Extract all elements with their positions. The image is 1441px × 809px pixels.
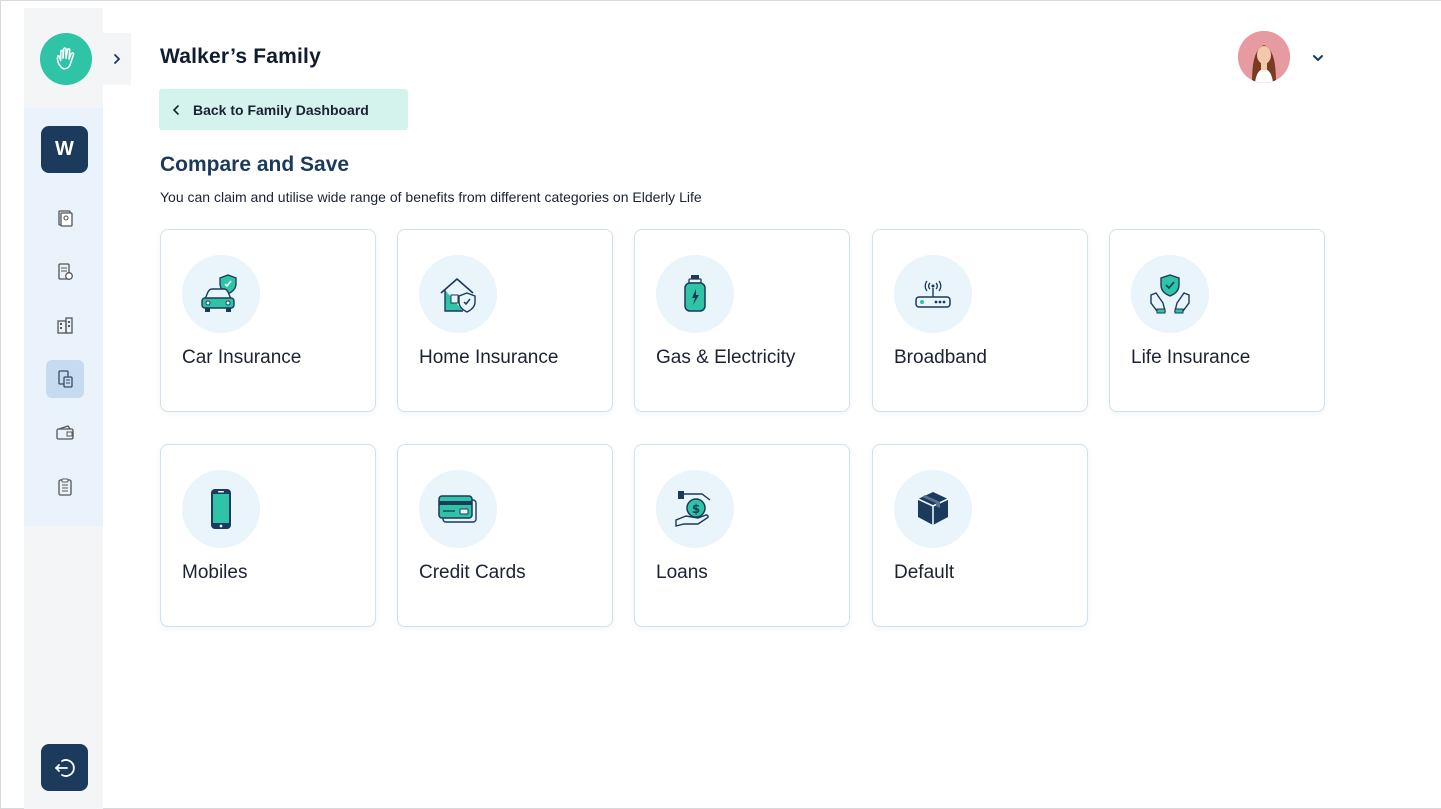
category-label: Home Insurance [419,347,559,368]
back-to-dashboard-button[interactable]: Back to Family Dashboard [159,89,408,130]
wallet-card-icon [56,425,74,440]
category-card-broadband[interactable]: Broadband [872,229,1088,412]
mobile-phone-icon [211,489,231,529]
sidebar-expand-button[interactable] [103,33,131,85]
sidebar-item-finance[interactable] [46,414,84,452]
policy-document-icon [58,263,73,280]
category-label: Broadband [894,347,987,368]
icon-circle [182,470,260,548]
back-button-label: Back to Family Dashboard [193,101,369,118]
box-icon [917,492,949,525]
gas-cylinder-icon [684,275,706,312]
document-stack-icon [58,210,73,227]
category-label: Mobiles [182,562,248,583]
home-shield-icon [440,278,476,313]
category-card-home-insurance[interactable]: Home Insurance [397,229,613,412]
sidebar-item-compare[interactable] [46,360,84,398]
category-label: Credit Cards [419,562,526,583]
money-hand-icon: $ [675,491,711,527]
sidebar-item-documents[interactable] [46,199,84,237]
sidebar-item-checklist[interactable] [46,468,84,506]
sidebar-item-policies[interactable] [46,253,84,291]
category-card-gas-electricity[interactable]: Gas & Electricity [634,229,850,412]
icon-circle [1131,255,1209,333]
category-label: Default [894,562,955,583]
icon-circle [182,255,260,333]
icon-circle [419,255,497,333]
logout-button[interactable] [41,744,88,791]
compare-calculator-icon [58,370,73,388]
app-logo[interactable] [40,33,92,85]
sidebar-item-property[interactable] [46,307,84,345]
icon-circle [894,470,972,548]
icon-circle: $ [656,470,734,548]
workspace-badge[interactable]: W [41,126,88,173]
icon-circle [894,255,972,333]
section-description: You can claim and utilise wide range of … [160,189,702,205]
category-label: Loans [656,562,708,583]
user-avatar[interactable] [1238,31,1290,83]
section-title: Compare and Save [160,153,350,176]
hands-shield-icon [1150,274,1190,314]
chevron-left-icon [172,104,179,115]
page-title: Walker’s Family [160,45,321,68]
category-card-life-insurance[interactable]: Life Insurance [1109,229,1325,412]
credit-card-icon [438,495,477,523]
building-icon [57,317,73,334]
router-icon [915,280,951,308]
clipboard-checklist-icon [58,478,72,496]
category-card-car-insurance[interactable]: Car Insurance [160,229,376,412]
hand-logo-icon [56,47,75,70]
category-label: Life Insurance [1131,347,1251,368]
category-label: Car Insurance [182,347,302,368]
logout-icon [54,758,75,777]
category-card-mobiles[interactable]: Mobiles [160,444,376,627]
category-label: Gas & Electricity [656,347,796,368]
chevron-down-icon[interactable] [1310,50,1326,66]
category-card-loans[interactable]: $ Loans [634,444,850,627]
icon-circle [656,255,734,333]
icon-circle [419,470,497,548]
chevron-right-icon [114,54,121,64]
car-shield-icon [201,274,237,312]
avatar-image [1238,31,1290,83]
category-card-credit-cards[interactable]: Credit Cards [397,444,613,627]
category-card-default[interactable]: Default [872,444,1088,627]
svg-text:$: $ [692,502,700,516]
